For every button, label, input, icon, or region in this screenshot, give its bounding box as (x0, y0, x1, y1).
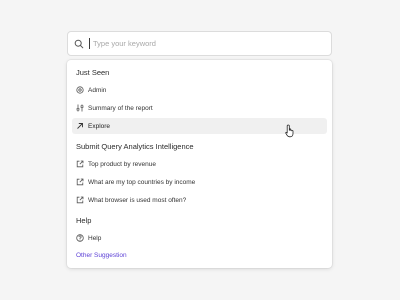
text-caret (89, 38, 90, 49)
suggestions-dropdown: Just Seen Admin Summary of the report Ex… (67, 60, 332, 268)
external-link-icon (76, 160, 84, 168)
other-suggestion-link[interactable]: Other Suggestion (76, 252, 127, 259)
search-input[interactable] (93, 39, 313, 48)
suggestion-label: What browser is used most often? (88, 196, 187, 204)
suggestion-label: Summary of the report (88, 104, 153, 112)
arrow-up-right-icon (76, 122, 84, 130)
suggestion-item-top-product[interactable]: Top product by revenue (72, 156, 327, 172)
external-link-icon (76, 196, 84, 204)
suggestion-label: Explore (88, 122, 111, 130)
section-title-submit-query: Submit Query Analytics Intelligence (76, 142, 194, 151)
section-title-just-seen: Just Seen (76, 68, 110, 77)
gear-icon (76, 86, 84, 94)
suggestion-item-top-countries[interactable]: What are my top countries by income (72, 174, 327, 190)
suggestion-label: Help (88, 234, 102, 242)
suggestion-label: Top product by revenue (88, 160, 156, 168)
external-link-icon (76, 178, 84, 186)
help-circle-icon (76, 234, 84, 242)
hand-pointer-cursor-icon (285, 124, 294, 138)
section-title-help: Help (76, 216, 92, 225)
suggestion-label: What are my top countries by income (88, 178, 196, 186)
suggestion-label: Admin (88, 86, 107, 94)
suggestion-item-summary-report[interactable]: Summary of the report (72, 100, 327, 116)
suggestion-item-admin[interactable]: Admin (72, 82, 327, 98)
search-bar[interactable] (67, 31, 332, 56)
suggestion-item-browser[interactable]: What browser is used most often? (72, 192, 327, 208)
search-icon (74, 39, 84, 49)
sliders-icon (76, 104, 84, 112)
suggestion-item-help[interactable]: Help (72, 230, 327, 246)
